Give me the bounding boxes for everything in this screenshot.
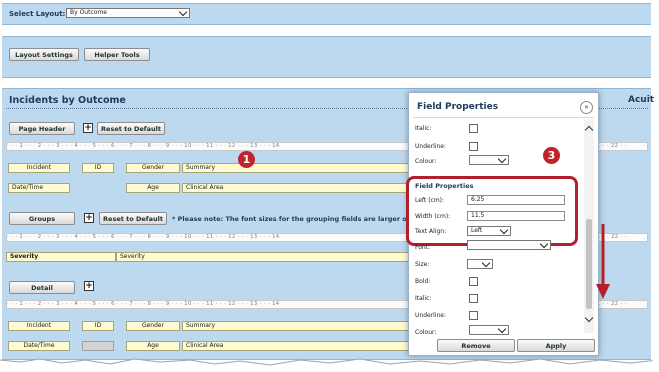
torn-right-edge [651, 0, 659, 372]
bold-label: Bold: [415, 278, 431, 285]
left-cm-label: Left (cm): [415, 197, 445, 204]
groups-button[interactable]: Groups [9, 212, 75, 225]
layout-settings-button[interactable]: Layout Settings [9, 48, 79, 61]
expand-plus-icon[interactable]: + [83, 123, 93, 133]
select-layout-label: Select Layout: [9, 10, 66, 18]
helper-tools-button[interactable]: Helper Tools [84, 48, 150, 61]
callout-three: 3 [543, 147, 560, 164]
underline-checkbox[interactable] [469, 311, 478, 320]
detail-field-id[interactable]: ID [82, 321, 114, 331]
chevron-down-icon [499, 225, 509, 235]
detail-field-clinical-area[interactable]: Clinical Area [182, 341, 411, 351]
colour-label: Colour: [415, 329, 437, 336]
groups-note: * Please note: The font sizes for the gr… [172, 215, 408, 223]
detail-field-gender[interactable]: Gender [126, 321, 180, 331]
field-age[interactable]: Age [126, 183, 180, 193]
scroll-down-icon[interactable] [584, 313, 594, 323]
font-dropdown[interactable] [467, 239, 551, 250]
apply-button[interactable]: Apply [517, 339, 595, 352]
underline-checkbox[interactable] [469, 142, 478, 151]
page-header-button[interactable]: Page Header [9, 122, 75, 135]
field-datetime[interactable]: Date/Time [8, 183, 70, 193]
underline-label: Underline: [415, 312, 447, 319]
groups-reset-button[interactable]: Reset to Default [99, 212, 167, 225]
page-header-reset-button[interactable]: Reset to Default [97, 122, 165, 135]
select-layout-value: By Outcome [70, 9, 107, 16]
italic-label: Italic: [415, 295, 432, 302]
chevron-down-icon [497, 154, 507, 164]
text-align-value: Left [471, 227, 483, 234]
detail-field-age[interactable]: Age [126, 341, 180, 351]
width-cm-label: Width (cm): [415, 213, 451, 220]
detail-field-datetime[interactable]: Date/Time [8, 341, 70, 351]
group-field-severity[interactable]: Severity [6, 252, 116, 262]
scroll-up-icon[interactable] [584, 125, 594, 135]
section-title: Field Properties [415, 182, 474, 190]
select-layout-dropdown[interactable]: By Outcome [66, 7, 190, 18]
detail-empty-field [82, 341, 114, 351]
size-label: Size: [415, 261, 430, 268]
expand-plus-icon[interactable]: + [84, 281, 94, 291]
detail-button[interactable]: Detail [9, 281, 75, 294]
remove-button[interactable]: Remove [437, 339, 515, 352]
collapse-chevrons-icon[interactable]: » [580, 101, 593, 114]
field-id[interactable]: ID [82, 163, 114, 173]
width-cm-input[interactable]: 11.5 [467, 211, 565, 221]
text-align-label: Text Align: [415, 228, 447, 235]
size-dropdown[interactable] [467, 258, 493, 269]
field-incident[interactable]: Incident [8, 163, 70, 173]
groups-ruler: · · · 1 · · · 2 · · · 3 · · · 4 · · · 5 … [6, 233, 411, 242]
page-header-ruler-right: 1 · · 22 · · [596, 142, 648, 151]
left-cm-input[interactable]: 6.25 [467, 195, 565, 205]
colour-dropdown[interactable] [469, 154, 509, 165]
red-down-arrow-icon [596, 224, 610, 299]
report-title: Incidents by Outcome [9, 95, 126, 106]
italic-checkbox[interactable] [469, 124, 478, 133]
panel-header-divider [413, 117, 594, 118]
italic-checkbox[interactable] [469, 294, 478, 303]
chevron-down-icon [178, 7, 188, 17]
detail-field-summary[interactable]: Summary [182, 321, 411, 331]
text-align-dropdown[interactable]: Left [467, 225, 511, 236]
chevron-down-icon [497, 324, 507, 334]
field-gender[interactable]: Gender [126, 163, 180, 173]
panel-scrollbar[interactable] [584, 119, 594, 333]
colour-label: Colour: [415, 158, 437, 165]
report-title-underline [6, 108, 411, 109]
colour-dropdown[interactable] [469, 324, 509, 335]
scrollbar-thumb[interactable] [586, 219, 592, 309]
page-header-ruler: · · · 1 · · · 2 · · · 3 · · · 4 · · · 5 … [6, 142, 411, 151]
detail-ruler: · · · 1 · · · 2 · · · 3 · · · 4 · · · 5 … [6, 300, 411, 309]
field-summary[interactable]: Summary [182, 163, 411, 173]
callout-one: 1 [238, 151, 255, 168]
report-title-underline-right [596, 108, 648, 109]
field-clinical-area[interactable]: Clinical Area [182, 183, 411, 193]
italic-label: Italic: [415, 125, 432, 132]
font-label: Font: [415, 244, 431, 251]
expand-plus-icon[interactable]: + [84, 213, 94, 223]
detail-field-incident[interactable]: Incident [8, 321, 70, 331]
chevron-down-icon [539, 239, 549, 249]
detail-ruler-right: 1 · · 22 · · [596, 300, 648, 309]
field-properties-title: Field Properties [417, 102, 499, 112]
group-field-severity-label[interactable]: Severity [116, 252, 411, 262]
bold-checkbox[interactable] [469, 277, 478, 286]
field-properties-panel: Field Properties » Italic: Underline: Co… [406, 92, 599, 356]
torn-edge [0, 358, 659, 372]
chevron-down-icon [481, 258, 491, 268]
underline-label: Underline: [415, 143, 447, 150]
